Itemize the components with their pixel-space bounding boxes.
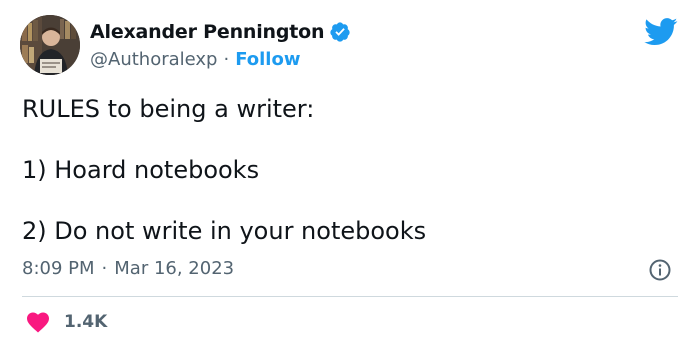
divider [22,296,678,297]
verified-badge-icon [330,22,350,42]
name-row: Alexander Pennington [90,19,351,45]
handle-separator: · [223,48,230,70]
like-count: 1.4K [64,312,108,332]
like-button[interactable]: 1.4K [26,311,107,333]
user-info: Alexander Pennington @Authoralexp · Foll… [90,19,351,71]
tweet-line: 1) Hoard notebooks [22,156,260,184]
timestamp-separator: · [101,258,108,279]
heart-icon [27,312,49,333]
tweet-line: 2) Do not write in your notebooks [22,217,427,245]
tweet-line: RULES to being a writer: [22,95,315,123]
follow-button[interactable]: Follow [235,49,300,70]
tweet-header: Alexander Pennington @Authoralexp · Foll… [20,15,351,75]
tweet-time[interactable]: 8:09 PM [22,258,95,279]
twitter-bird-icon[interactable] [644,18,678,46]
timestamp-row: 8:09 PM · Mar 16, 2023 [22,258,234,279]
avatar-photo [20,15,80,75]
handle-row: @Authoralexp · Follow [90,47,351,71]
avatar[interactable] [20,15,80,75]
tweet-card: Alexander Pennington @Authoralexp · Foll… [0,0,700,349]
display-name[interactable]: Alexander Pennington [90,21,325,43]
tweet-date[interactable]: Mar 16, 2023 [114,258,234,279]
user-handle[interactable]: @Authoralexp [90,49,217,70]
info-icon[interactable] [648,258,672,282]
